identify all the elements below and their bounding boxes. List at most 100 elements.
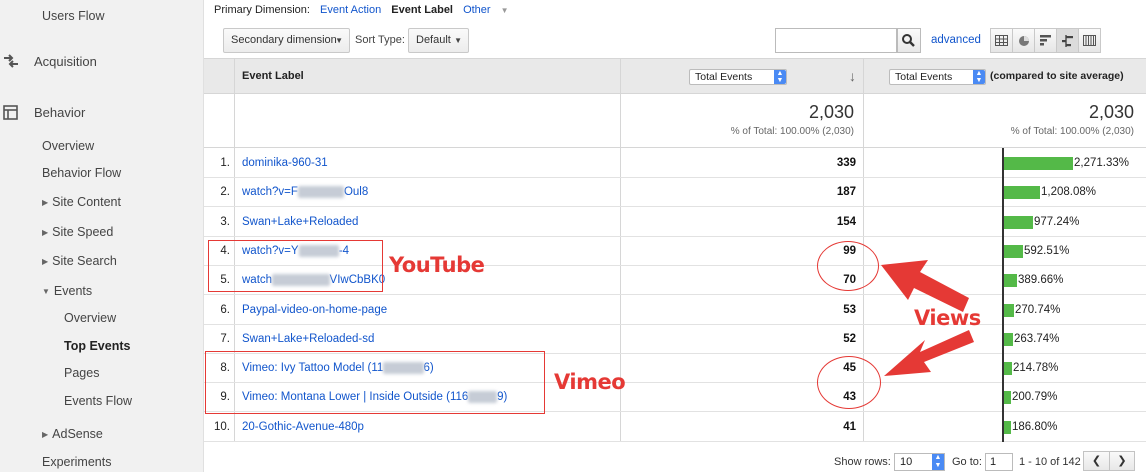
sidebar-item-pages[interactable]: Pages [64,366,99,380]
comparison-percent: 389.66% [1018,274,1064,287]
sort-type-select[interactable]: Default ▼ [408,28,469,53]
youtube-annotation: YouTube [389,253,485,277]
advanced-filter-link[interactable]: advanced [931,28,981,53]
comparison-view-button[interactable] [1056,28,1079,53]
sidebar-item-adsense[interactable]: ▶ AdSense [42,427,103,441]
metric-select[interactable]: Total Events ▲ ▼ [689,69,787,85]
sort-descending-icon[interactable]: ↓ [849,68,856,84]
caret-right-icon: ▶ [42,228,49,237]
comparison-percent: 592.51% [1024,244,1070,257]
event-label-text: Oul8 [343,186,369,199]
compare-select-value: Total Events [895,71,953,83]
show-rows-label: Show rows: [834,456,891,468]
prev-page-button[interactable]: ❮ [1084,452,1109,470]
event-label-text: Paypal-video-on-home-page [242,303,388,316]
pagination-range: 1 - 10 of 142 [1019,456,1081,468]
sidebar-item-site-content[interactable]: ▶ Site Content [42,195,121,209]
comparison-icon [1061,34,1073,47]
sidebar-item-overview[interactable]: Overview [42,139,94,153]
table-row: 6. Paypal-video-on-home-page 53 270.74% [204,296,1146,325]
sidebar-item-site-search[interactable]: ▶ Site Search [42,254,117,268]
chevron-down-icon: ▼ [500,6,509,15]
comparison-bar [1003,362,1012,376]
secondary-dimension-button[interactable]: Secondary dimension ▼ [223,28,350,53]
sidebar-item-site-speed[interactable]: ▶ Site Speed [42,225,113,239]
pivot-view-button[interactable] [1078,28,1101,53]
goto-page-input[interactable]: 1 [985,453,1013,471]
table-row: 3. Swan+Lake+Reloaded 154 977.24% [204,208,1146,237]
table-row: 7. Swan+Lake+Reloaded-sd 52 263.74% [204,325,1146,354]
comparison-bar [1003,420,1011,434]
compare-metric-select[interactable]: Total Events ▲ ▼ [889,69,986,85]
compare-total-value: 2,030 [1088,102,1134,122]
data-table-view-button[interactable] [990,28,1013,53]
comparison-bar [1003,157,1073,170]
table-row: 2. watch?v=FxxxxxxxxOul8 187 1,208.08% [204,178,1146,208]
event-label-text: watch?v=F [242,186,298,199]
caret-down-icon: ▼ [42,287,50,296]
row-index: 3. [220,215,230,228]
comparison-percent: 186.80% [1012,420,1058,433]
caret-right-icon: ▶ [42,257,49,266]
acquisition-icon [4,54,18,68]
sidebar-item-acquisition[interactable]: Acquisition [34,54,97,69]
compare-suffix: (compared to site average) [990,70,1124,82]
search-button[interactable] [897,28,921,53]
search-icon [902,34,915,47]
dimension-event-label-active[interactable]: Event Label [391,4,453,16]
sidebar-item-top-events[interactable]: Top Events [64,339,130,353]
comparison-bar [1003,303,1014,317]
performance-view-button[interactable] [1034,28,1057,53]
event-label-link[interactable]: Swan+Lake+Reloaded [242,216,358,228]
show-rows-value: 10 [900,456,913,468]
total-events-cell: 53 [843,303,856,316]
sidebar-item-events[interactable]: ▼ Events [42,284,92,298]
pagination-nav: ❮ ❯ [1083,451,1135,471]
row-index: 10. [214,420,230,433]
dimension-other-label: Other [463,4,491,16]
vimeo-annotation: Vimeo [554,370,626,394]
goto-label: Go to: [952,456,982,468]
sidebar-item-label: Site Speed [52,225,114,239]
event-label-link[interactable]: dominika-960-31 [242,157,328,169]
row-index: 2. [220,186,230,199]
behavior-icon [3,105,18,120]
comparison-bar [1003,391,1011,405]
total-events-cell: 187 [836,186,856,199]
dimension-other-dropdown[interactable]: Other ▼ [463,4,516,16]
sidebar-item-events-overview[interactable]: Overview [64,311,116,325]
sidebar-item-experiments[interactable]: Experiments [42,455,111,469]
dimension-event-action-link[interactable]: Event Action [320,4,381,16]
row-index: 1. [220,157,230,169]
views-circle-youtube [817,241,879,291]
comparison-percent: 1,208.08% [1041,186,1096,199]
next-page-button[interactable]: ❯ [1109,452,1134,470]
comparison-bar [1003,215,1033,229]
event-label-text: Swan+Lake+Reloaded-sd [242,332,375,345]
comparison-percent: 263.74% [1014,332,1060,345]
pie-view-button[interactable] [1012,28,1035,53]
sidebar-item-label: Events [53,284,93,298]
table-search-input[interactable] [775,28,897,53]
sort-type-value: Default [416,34,451,46]
comparison-percent: 2,271.33% [1074,157,1129,169]
comparison-bar [1003,332,1013,346]
sidebar-item-behavior[interactable]: Behavior [34,105,85,120]
col-event-label-header[interactable]: Event Label [242,70,304,82]
sidebar-item-users-flow[interactable]: Users Flow [42,9,105,23]
compare-total-percent: % of Total: 100.00% (2,030) [1010,126,1134,137]
event-label-link[interactable]: watch?v=FxxxxxxxxOul8 [242,186,369,199]
sidebar-item-behavior-flow[interactable]: Behavior Flow [42,166,121,180]
sidebar-item-events-flow[interactable]: Events Flow [64,394,132,408]
total-events-value: 2,030 [808,102,854,122]
event-label-link[interactable]: Paypal-video-on-home-page [242,304,387,316]
show-rows-select[interactable]: 10 ▲ ▼ [894,453,945,471]
redacted-text: xxxxxxxx [297,186,344,199]
report-toolbar: Secondary dimension ▼ Sort Type: Default… [204,28,1146,56]
event-label-link[interactable]: Swan+Lake+Reloaded-sd [242,333,374,345]
event-label-link[interactable]: 20-Gothic-Avenue-480p [242,421,364,433]
primary-dimension-label: Primary Dimension: [214,4,310,16]
comparison-percent: 214.78% [1013,362,1059,375]
event-label-text: 20-Gothic-Avenue-480p [242,420,364,433]
chevron-down-icon: ▼ [335,36,343,45]
